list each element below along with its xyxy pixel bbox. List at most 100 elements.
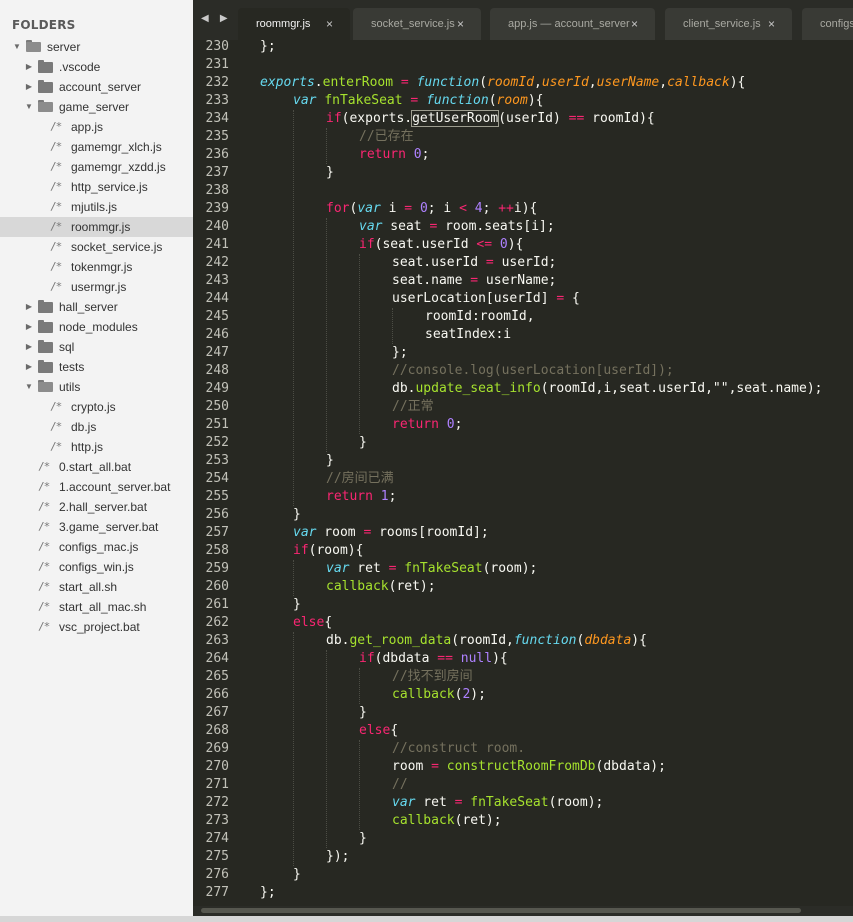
code-line[interactable]: //construct room. — [392, 740, 525, 758]
code-editor[interactable]: 230 231 232 233 234 235 236 237 238 239 240 241 242 2… — [193, 40, 853, 906]
folder-item[interactable]: ▶ sql — [0, 337, 193, 357]
code-line[interactable]: else{ — [293, 614, 332, 632]
code-line[interactable]: } — [293, 506, 301, 524]
code-line[interactable]: }); — [326, 848, 349, 866]
folder-item[interactable]: ▶ tests — [0, 357, 193, 377]
close-icon[interactable]: × — [768, 8, 775, 40]
file-item[interactable]: /* roommgr.js — [0, 217, 193, 237]
code-line[interactable]: if(seat.userId <= 0){ — [359, 236, 523, 254]
code-line[interactable]: } — [326, 164, 334, 182]
file-item[interactable]: /* http_service.js — [0, 177, 193, 197]
folder-item[interactable]: ▶ node_modules — [0, 317, 193, 337]
file-item[interactable]: /* crypto.js — [0, 397, 193, 417]
file-item[interactable]: /* 2.hall_server.bat — [0, 497, 193, 517]
folder-item[interactable]: ▶ hall_server — [0, 297, 193, 317]
code-line[interactable]: //找不到房间 — [392, 668, 473, 686]
code-line[interactable]: }; — [260, 884, 276, 902]
file-item[interactable]: /* tokenmgr.js — [0, 257, 193, 277]
code-line[interactable]: // — [392, 776, 408, 794]
tab-item[interactable]: configs — [802, 8, 853, 40]
code-line[interactable]: } — [293, 866, 301, 884]
code-line[interactable]: db.get_room_data(roomId,function(dbdata)… — [326, 632, 647, 650]
code-line[interactable]: callback(2); — [392, 686, 486, 704]
code-line[interactable]: var fnTakeSeat = function(room){ — [293, 92, 544, 110]
file-item[interactable]: /* gamemgr_xzdd.js — [0, 157, 193, 177]
tab-nav-arrows-icon[interactable]: ◀ ▶ — [201, 13, 232, 24]
close-icon[interactable]: × — [326, 8, 333, 40]
tab-item[interactable]: roommgr.js × — [238, 8, 350, 40]
code-line[interactable]: callback(ret); — [392, 812, 502, 830]
folder-item[interactable]: ▼ utils — [0, 377, 193, 397]
code-line[interactable]: return 0; — [359, 146, 429, 164]
file-item[interactable]: /* app.js — [0, 117, 193, 137]
code-line[interactable]: return 1; — [326, 488, 396, 506]
code-line[interactable]: if(exports.getUserRoom(userId) == roomId… — [326, 110, 655, 128]
code-line[interactable]: } — [326, 452, 334, 470]
code-line[interactable]: seatIndex:i — [425, 326, 511, 344]
file-item[interactable]: /* usermgr.js — [0, 277, 193, 297]
code-line[interactable]: if(dbdata == null){ — [359, 650, 508, 668]
code-line[interactable]: }; — [392, 344, 408, 362]
horizontal-scrollbar[interactable] — [193, 906, 853, 916]
code-line[interactable]: var ret = fnTakeSeat(room); — [326, 560, 537, 578]
code-line[interactable]: var ret = fnTakeSeat(room); — [392, 794, 603, 812]
chevron-down-icon[interactable]: ▼ — [24, 377, 34, 397]
code-line[interactable]: room = constructRoomFromDb(dbdata); — [392, 758, 666, 776]
code-line[interactable]: }; — [260, 40, 276, 56]
tab-item[interactable]: client_service.js × — [665, 8, 792, 40]
chevron-down-icon[interactable]: ▼ — [24, 97, 34, 117]
scrollbar-thumb[interactable] — [201, 908, 801, 913]
file-item[interactable]: /* socket_service.js — [0, 237, 193, 257]
file-item[interactable]: /* vsc_project.bat — [0, 617, 193, 637]
file-item[interactable]: /* 0.start_all.bat — [0, 457, 193, 477]
code-line[interactable]: roomId:roomId, — [425, 308, 535, 326]
folder-item[interactable]: ▼ game_server — [0, 97, 193, 117]
folder-item[interactable]: ▶ .vscode — [0, 57, 193, 77]
code-line[interactable]: } — [359, 434, 367, 452]
indent-guide — [359, 740, 360, 830]
code-line[interactable]: //房间已满 — [326, 470, 394, 488]
code-line[interactable]: //正常 — [392, 398, 434, 416]
code-line[interactable]: else{ — [359, 722, 398, 740]
chevron-right-icon[interactable]: ▶ — [24, 317, 34, 337]
close-icon[interactable]: × — [631, 8, 638, 40]
code-line[interactable]: seat.userId = userId; — [392, 254, 556, 272]
close-icon[interactable]: × — [457, 8, 464, 40]
code-line[interactable]: userLocation[userId] = { — [392, 290, 580, 308]
folder-item[interactable]: ▶ account_server — [0, 77, 193, 97]
code-line[interactable]: //已存在 — [359, 128, 414, 146]
file-item[interactable]: /* db.js — [0, 417, 193, 437]
code-line[interactable]: //console.log(userLocation[userId]); — [392, 362, 674, 380]
chevron-right-icon[interactable]: ▶ — [24, 57, 34, 77]
file-item[interactable]: /* start_all_mac.sh — [0, 597, 193, 617]
code-line[interactable]: } — [293, 596, 301, 614]
file-item[interactable]: /* configs_mac.js — [0, 537, 193, 557]
code-line[interactable]: seat.name = userName; — [392, 272, 556, 290]
code-line[interactable]: } — [359, 704, 367, 722]
code-line[interactable]: db.update_seat_info(roomId,i,seat.userId… — [392, 380, 822, 398]
chevron-right-icon[interactable]: ▶ — [24, 77, 34, 97]
indent-guide — [293, 632, 294, 866]
file-item[interactable]: /* mjutils.js — [0, 197, 193, 217]
folder-item[interactable]: ▼ server — [0, 37, 193, 57]
chevron-right-icon[interactable]: ▶ — [24, 357, 34, 377]
code-line[interactable]: return 0; — [392, 416, 462, 434]
chevron-right-icon[interactable]: ▶ — [24, 337, 34, 357]
code-line[interactable]: callback(ret); — [326, 578, 436, 596]
file-item[interactable]: /* 3.game_server.bat — [0, 517, 193, 537]
tab-item[interactable]: app.js — account_server × — [490, 8, 655, 40]
code-line[interactable]: exports.enterRoom = function(roomId,user… — [260, 74, 745, 92]
code-line[interactable]: var seat = room.seats[i]; — [359, 218, 555, 236]
file-item[interactable]: /* configs_win.js — [0, 557, 193, 577]
file-item[interactable]: /* start_all.sh — [0, 577, 193, 597]
tab-item[interactable]: socket_service.js × — [353, 8, 481, 40]
file-item[interactable]: /* http.js — [0, 437, 193, 457]
file-item[interactable]: /* gamemgr_xlch.js — [0, 137, 193, 157]
code-line[interactable]: var room = rooms[roomId]; — [293, 524, 489, 542]
code-line[interactable]: } — [359, 830, 367, 848]
code-line[interactable]: for(var i = 0; i < 4; ++i){ — [326, 200, 537, 218]
file-item[interactable]: /* 1.account_server.bat — [0, 477, 193, 497]
chevron-right-icon[interactable]: ▶ — [24, 297, 34, 317]
chevron-down-icon[interactable]: ▼ — [12, 37, 22, 57]
code-line[interactable]: if(room){ — [293, 542, 363, 560]
